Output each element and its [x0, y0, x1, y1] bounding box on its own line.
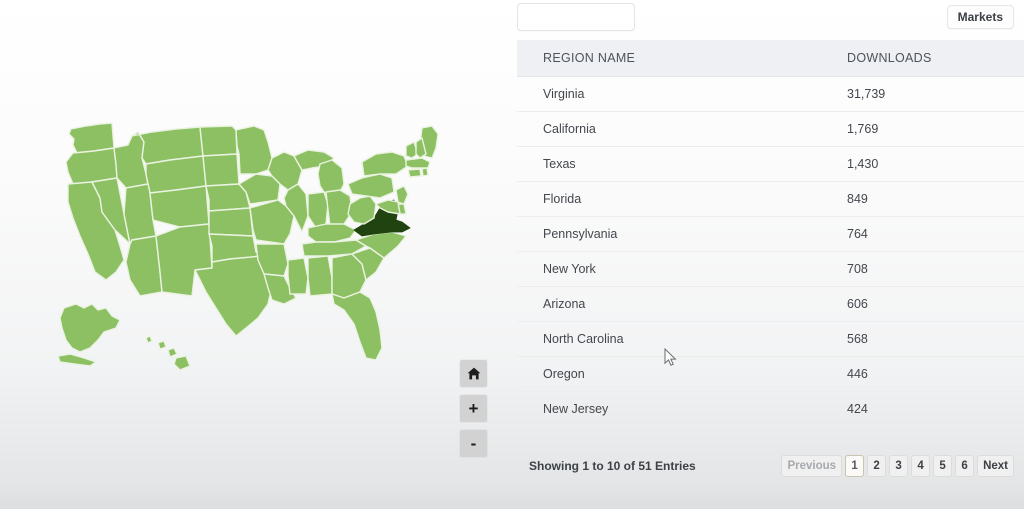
map-zoom-in-button[interactable]: + [460, 395, 487, 422]
state-ohio[interactable] [326, 190, 352, 226]
regions-table-wrapper: REGION NAME DOWNLOADS Virginia31,739Cali… [517, 40, 1017, 427]
state-texas[interactable] [195, 256, 272, 336]
state-kansas[interactable] [209, 208, 253, 236]
table-head: REGION NAME DOWNLOADS [517, 40, 1024, 77]
cell-downloads: 606 [843, 287, 1024, 322]
state-new-york[interactable] [362, 152, 408, 176]
table-row[interactable]: Florida849 [517, 182, 1024, 217]
table-row[interactable]: Pennsylvania764 [517, 217, 1024, 252]
regions-table: REGION NAME DOWNLOADS Virginia31,739Cali… [517, 40, 1024, 427]
cell-downloads: 568 [843, 322, 1024, 357]
state-pennsylvania[interactable] [348, 174, 394, 198]
search-input[interactable] [517, 3, 635, 31]
cell-downloads: 849 [843, 182, 1024, 217]
state-rhode-island[interactable] [422, 168, 428, 176]
state-south-dakota[interactable] [203, 154, 239, 186]
table-toolbar: Markets [510, 0, 1024, 40]
us-choropleth-map[interactable] [40, 112, 460, 380]
state-massachusetts[interactable] [406, 158, 430, 168]
cell-region-name: Texas [517, 147, 843, 182]
pagination-page-1[interactable]: 1 [845, 455, 864, 477]
state-colorado[interactable] [150, 186, 209, 227]
cell-region-name: Florida [517, 182, 843, 217]
cell-downloads: 708 [843, 252, 1024, 287]
cell-region-name: Arizona [517, 287, 843, 322]
state-north-dakota[interactable] [200, 126, 237, 156]
state-alabama[interactable] [308, 256, 332, 296]
map-zoom-out-button[interactable]: - [460, 430, 487, 457]
cell-region-name: California [517, 112, 843, 147]
cell-region-name: New York [517, 252, 843, 287]
state-alaska-aleutians[interactable] [58, 354, 96, 366]
state-west-virginia[interactable] [348, 196, 376, 224]
state-florida[interactable] [332, 292, 382, 360]
pagination-page-6[interactable]: 6 [955, 455, 974, 477]
table-pane: Markets REGION NAME DOWNLOADS Virginia31… [510, 0, 1024, 509]
markets-button[interactable]: Markets [947, 5, 1014, 29]
table-footer: Showing 1 to 10 of 51 Entries Previous12… [510, 448, 1024, 484]
column-header-region-name[interactable]: REGION NAME [517, 40, 843, 77]
cell-region-name: New Jersey [517, 392, 843, 427]
table-row[interactable]: New Jersey424 [517, 392, 1024, 427]
state-hawaii-4[interactable] [174, 356, 190, 370]
pagination-next-button[interactable]: Next [977, 455, 1014, 477]
state-hawaii-2[interactable] [158, 341, 166, 349]
cell-region-name: Virginia [517, 77, 843, 112]
pagination-previous-button[interactable]: Previous [781, 455, 842, 477]
table-body: Virginia31,739California1,769Texas1,430F… [517, 77, 1024, 427]
state-kentucky[interactable] [308, 224, 356, 242]
table-row[interactable]: North Carolina568 [517, 322, 1024, 357]
state-mississippi[interactable] [288, 258, 308, 294]
map-zoom-controls: + - [460, 360, 487, 457]
map-pane: + - [0, 0, 510, 509]
pagination: Previous123456Next [781, 455, 1014, 477]
table-header-row: REGION NAME DOWNLOADS [517, 40, 1024, 77]
state-connecticut[interactable] [408, 169, 421, 177]
cell-downloads: 446 [843, 357, 1024, 392]
column-header-downloads[interactable]: DOWNLOADS [843, 40, 1024, 77]
cell-downloads: 764 [843, 217, 1024, 252]
table-row[interactable]: Virginia31,739 [517, 77, 1024, 112]
map-states-group [58, 123, 438, 370]
state-hawaii-1[interactable] [146, 336, 152, 343]
table-row[interactable]: California1,769 [517, 112, 1024, 147]
app-root: + - Markets REGION NAME DOWNLOADS Virgin… [0, 0, 1024, 509]
pagination-page-2[interactable]: 2 [867, 455, 886, 477]
table-row[interactable]: Texas1,430 [517, 147, 1024, 182]
cell-region-name: North Carolina [517, 322, 843, 357]
cell-downloads: 1,430 [843, 147, 1024, 182]
state-minnesota[interactable] [236, 126, 272, 174]
pagination-page-4[interactable]: 4 [911, 455, 930, 477]
state-alaska[interactable] [60, 304, 120, 352]
cell-downloads: 424 [843, 392, 1024, 427]
cell-downloads: 31,739 [843, 77, 1024, 112]
cell-downloads: 1,769 [843, 112, 1024, 147]
cell-region-name: Oregon [517, 357, 843, 392]
state-hawaii-3[interactable] [168, 348, 177, 357]
showing-entries-text: Showing 1 to 10 of 51 Entries [529, 459, 696, 473]
pagination-page-3[interactable]: 3 [889, 455, 908, 477]
cell-region-name: Pennsylvania [517, 217, 843, 252]
table-row[interactable]: Arizona606 [517, 287, 1024, 322]
map-home-button[interactable] [460, 360, 487, 387]
home-icon [467, 367, 481, 380]
state-indiana[interactable] [308, 192, 328, 228]
table-row[interactable]: Oregon446 [517, 357, 1024, 392]
pagination-page-5[interactable]: 5 [933, 455, 952, 477]
table-row[interactable]: New York708 [517, 252, 1024, 287]
